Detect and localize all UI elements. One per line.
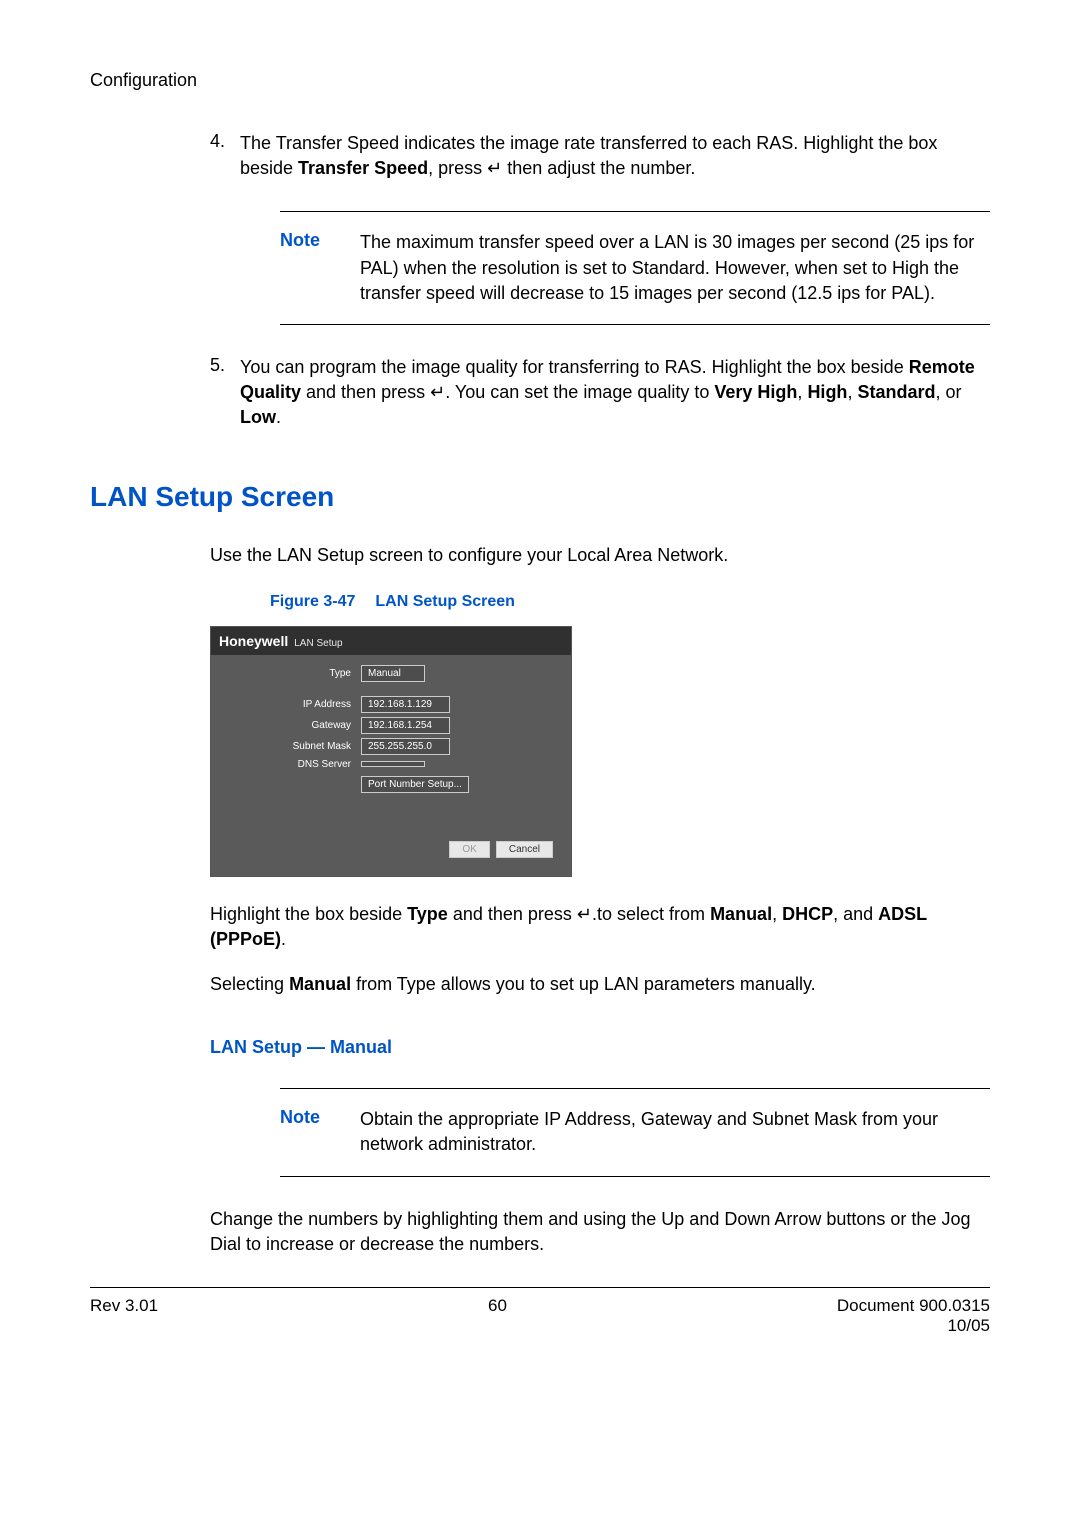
text: and then press [448,904,577,924]
page-footer: Rev 3.01 60 Document 900.0315 10/05 [90,1287,990,1336]
subnet-label: Subnet Mask [221,741,361,752]
step-5-text: You can program the image quality for tr… [240,355,990,431]
note-block-2: Note Obtain the appropriate IP Address, … [280,1088,990,1176]
heading-lan-setup: LAN Setup Screen [90,481,990,513]
bold-transfer-speed: Transfer Speed [298,158,428,178]
note-block-1: Note The maximum transfer speed over a L… [280,211,990,325]
type-field[interactable]: Manual [361,665,425,682]
note-label: Note [280,1107,360,1128]
bold-manual: Manual [289,974,351,994]
bold-dhcp: DHCP [782,904,833,924]
text: You can program the image quality for tr… [240,357,909,377]
footer-page-number: 60 [488,1296,507,1336]
text: , and [833,904,878,924]
gateway-label: Gateway [221,720,361,731]
dns-label: DNS Server [221,759,361,770]
port-number-setup-button[interactable]: Port Number Setup... [361,776,469,793]
enter-icon: ↵ [577,904,592,924]
change-numbers-text: Change the numbers by highlighting them … [210,1207,990,1257]
text: Selecting [210,974,289,994]
footer-doc-number: Document 900.0315 [837,1296,990,1316]
cancel-button[interactable]: Cancel [496,841,553,858]
text: Highlight the box beside [210,904,407,924]
manual-instruction: Selecting Manual from Type allows you to… [210,972,990,997]
figure-caption: Figure 3-47 LAN Setup Screen [270,593,990,611]
text: . [281,929,286,949]
text: , press [428,158,487,178]
enter-icon: ↵ [430,382,445,402]
footer-rev: Rev 3.01 [90,1296,158,1336]
enter-icon: ↵ [487,158,502,178]
text: .to select from [592,904,710,924]
ok-button[interactable]: OK [449,841,489,858]
dns-field[interactable] [361,761,425,767]
bold-manual: Manual [710,904,772,924]
lan-setup-screenshot: Honeywell LAN Setup Type Manual IP Addre… [210,626,572,877]
bold-very-high: Very High [714,382,797,402]
footer-date: 10/05 [837,1316,990,1336]
step-5: 5. You can program the image quality for… [210,355,990,431]
step-4: 4. The Transfer Speed indicates the imag… [210,131,990,181]
text: , or [935,382,961,402]
ip-label: IP Address [221,699,361,710]
bold-standard: Standard [857,382,935,402]
step-4-text: The Transfer Speed indicates the image r… [240,131,990,181]
lan-title-text: LAN Setup [294,638,342,649]
text: . [276,407,281,427]
figure-number: Figure 3-47 [270,593,355,610]
note-label: Note [280,230,360,251]
text: . You can set the image quality to [445,382,714,402]
subheading-lan-manual: LAN Setup — Manual [210,1037,990,1058]
ip-field[interactable]: 192.168.1.129 [361,696,450,713]
text: and then press [301,382,430,402]
lan-titlebar: Honeywell LAN Setup [211,627,571,655]
figure-title: LAN Setup Screen [375,593,515,610]
gateway-field[interactable]: 192.168.1.254 [361,717,450,734]
bold-type: Type [407,904,448,924]
page-header: Configuration [90,70,990,91]
text: from Type allows you to set up LAN param… [351,974,816,994]
type-instruction: Highlight the box beside Type and then p… [210,902,990,952]
text: then adjust the number. [502,158,695,178]
note-text: The maximum transfer speed over a LAN is… [360,230,990,306]
bold-high: High [807,382,847,402]
step-4-num: 4. [210,131,240,152]
brand-logo: Honeywell [219,633,288,649]
text: , [772,904,782,924]
step-5-num: 5. [210,355,240,376]
subnet-field[interactable]: 255.255.255.0 [361,738,450,755]
type-label: Type [221,668,361,679]
bold-low: Low [240,407,276,427]
text: , [797,382,807,402]
text: , [847,382,857,402]
note-text: Obtain the appropriate IP Address, Gatew… [360,1107,990,1157]
intro-text: Use the LAN Setup screen to configure yo… [210,543,990,568]
